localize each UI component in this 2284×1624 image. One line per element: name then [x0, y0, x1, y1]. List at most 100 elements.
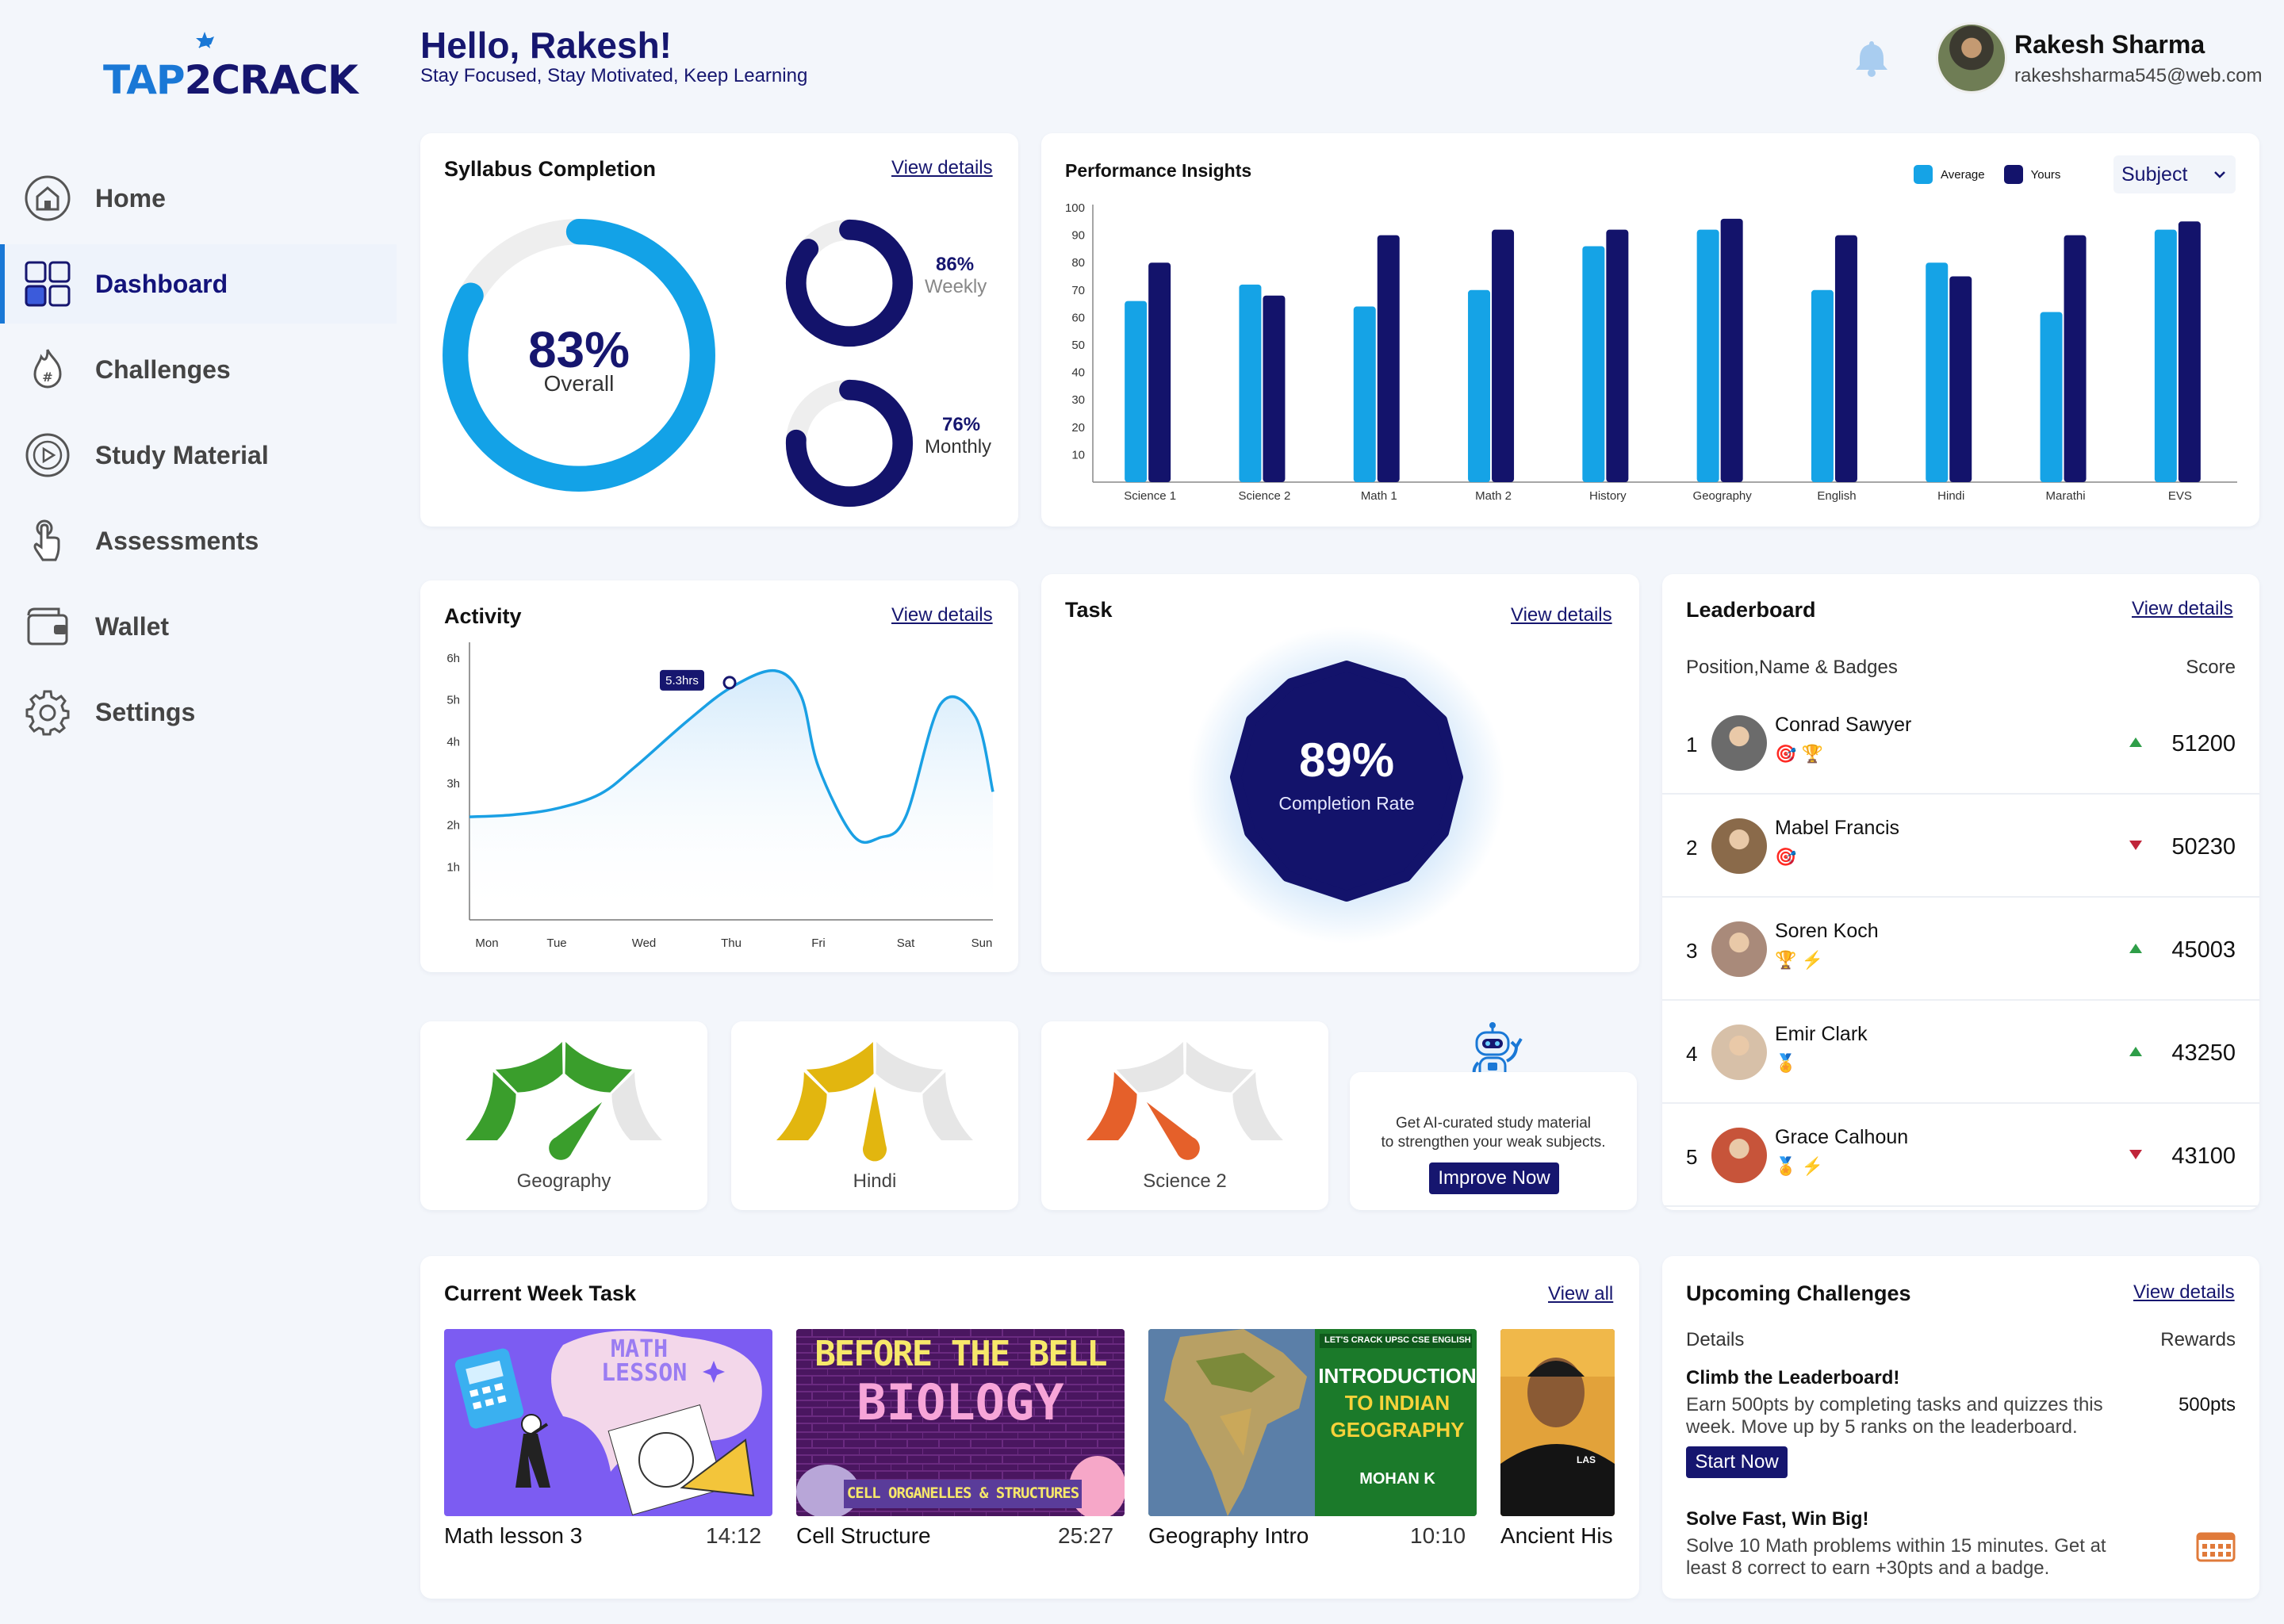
thumb-channel: LET'S CRACK UPSC CSE ENGLISH: [1324, 1335, 1471, 1345]
bar-yours: [1377, 235, 1400, 482]
task-duration: 14:12: [706, 1523, 762, 1548]
badge-icons: 🏆 ⚡: [1775, 950, 1823, 970]
trend-up-icon: [2129, 737, 2142, 747]
sidebar-item-assessments[interactable]: Assessments: [0, 501, 397, 580]
player-name: Grace Calhoun: [1775, 1126, 1909, 1148]
x-tick-label: Sat: [897, 936, 915, 950]
gauge-needle: [863, 1086, 887, 1162]
flame-icon: #: [33, 349, 62, 389]
avatar[interactable]: [1936, 22, 2007, 94]
page-subtitle: Stay Focused, Stay Motivated, Keep Learn…: [420, 65, 808, 86]
challenge-desc-1: Solve 10 Math problems within 15 minutes…: [1686, 1535, 2106, 1557]
leaderboard-row[interactable]: 3 Soren Koch 🏆 ⚡ 45003: [1662, 898, 2259, 1001]
avatar: [1711, 921, 1767, 977]
bar-average: [2040, 312, 2063, 482]
gauge-card: Hindi: [731, 1021, 1018, 1210]
y-tick-label: 50: [1071, 339, 1085, 352]
x-tick-label: Math 1: [1361, 489, 1397, 503]
task-name[interactable]: Cell Structure: [796, 1523, 931, 1549]
y-tick-label: 4h: [446, 735, 460, 749]
player-score: 45003: [2171, 937, 2236, 963]
video-thumbnail[interactable]: MATH LESSON: [444, 1329, 772, 1516]
sidebar-item-dashboard[interactable]: Dashboard: [0, 244, 397, 324]
trend-up-icon: [2129, 1047, 2142, 1056]
x-tick-label: History: [1589, 489, 1627, 503]
badge-icons: 🏅: [1775, 1053, 1797, 1073]
bar-average: [1926, 262, 1949, 482]
leaderboard-row[interactable]: 5 Grace Calhoun 🏅 ⚡ 43100: [1662, 1104, 2259, 1207]
x-tick-label: Mon: [475, 936, 498, 950]
rank: 3: [1686, 939, 1698, 963]
leaderboard-row[interactable]: 1 Conrad Sawyer 🎯 🏆 51200: [1662, 691, 2259, 795]
bar-average: [1811, 289, 1834, 482]
sidebar-item-settings[interactable]: Settings: [0, 672, 397, 752]
bar-yours: [2064, 235, 2087, 482]
x-tick-label: Science 2: [1239, 489, 1291, 503]
weekly-label: Weekly: [925, 276, 987, 297]
leaderboard-row[interactable]: 2 Mabel Francis 🎯 50230: [1662, 795, 2259, 898]
x-tick-label: Tue: [546, 936, 566, 950]
sidebar-item-home[interactable]: Home: [0, 159, 397, 238]
y-tick-label: 6h: [446, 652, 460, 665]
bar-yours: [1834, 235, 1857, 482]
task-name[interactable]: Ancient His: [1500, 1523, 1615, 1549]
view-details-link[interactable]: View details: [1511, 604, 1612, 626]
video-thumbnail[interactable]: LAS: [1500, 1329, 1615, 1516]
bar-yours: [1606, 229, 1629, 482]
completion-value: 89%: [1298, 733, 1395, 787]
sidebar-item-challenges[interactable]: # Challenges: [0, 330, 397, 409]
rank: 1: [1686, 733, 1698, 756]
avatar: [1711, 715, 1767, 771]
card-title: Syllabus Completion: [444, 157, 657, 181]
sidebar-item-wallet[interactable]: Wallet: [0, 587, 397, 666]
bar-average: [1582, 246, 1605, 482]
overall-label: Overall: [543, 371, 615, 396]
view-details-link[interactable]: View details: [2132, 598, 2233, 620]
sidebar-item-label: Assessments: [95, 526, 259, 555]
improve-now-button[interactable]: Improve Now: [1429, 1162, 1559, 1194]
leaderboard-col-left: Position,Name & Badges: [1686, 657, 1898, 678]
video-thumbnail[interactable]: LET'S CRACK UPSC CSE ENGLISH INTRODUCTIO…: [1148, 1329, 1477, 1516]
challenges-col-right: Rewards: [2160, 1329, 2236, 1350]
view-all-link[interactable]: View all: [1548, 1283, 1613, 1305]
view-details-link[interactable]: View details: [891, 157, 993, 179]
challenge-reward: 500pts: [2178, 1394, 2236, 1415]
view-details-link[interactable]: View details: [2133, 1281, 2235, 1304]
leaderboard-row[interactable]: 4 Emir Clark 🏅 43250: [1662, 1001, 2259, 1104]
gauge-card: Science 2: [1041, 1021, 1328, 1210]
avatar: [1711, 1025, 1767, 1080]
brand-logo[interactable]: TAP2CRACK: [103, 32, 358, 103]
y-tick-label: 40: [1071, 366, 1085, 380]
video-thumbnail[interactable]: BEFORE THE BELL BIOLOGY CELL ORGANELLES …: [796, 1329, 1125, 1516]
performance-card: Performance Insights Average Yours Subje…: [1041, 133, 2259, 527]
avatar: [1711, 818, 1767, 874]
task-duration: 10:10: [1410, 1523, 1466, 1548]
x-tick-label: Fri: [811, 936, 826, 950]
thumb-title-2: LESSON: [601, 1359, 688, 1387]
thumb-title-2: TO INDIAN: [1344, 1391, 1450, 1415]
task-name[interactable]: Geography Intro: [1148, 1523, 1309, 1549]
syllabus-card: Syllabus Completion View details 83% Ove…: [420, 133, 1018, 527]
thumb-title-1: BEFORE THE BELL: [814, 1334, 1107, 1374]
monthly-value: 76%: [942, 414, 981, 435]
sidebar-item-label: Settings: [95, 697, 196, 726]
bell-icon[interactable]: [1852, 38, 1891, 78]
home-icon: [25, 175, 71, 221]
sidebar-item-label: Dashboard: [95, 269, 228, 298]
task-name[interactable]: Math lesson 3: [444, 1523, 582, 1549]
player-name: Soren Koch: [1775, 920, 1879, 942]
bar-yours: [1148, 262, 1171, 482]
start-now-button[interactable]: Start Now: [1686, 1446, 1788, 1478]
dashboard-icon: [25, 261, 71, 307]
player-name: Emir Clark: [1775, 1023, 1868, 1045]
y-tick-label: 5h: [446, 694, 460, 707]
challenges-col-left: Details: [1686, 1329, 1745, 1350]
performance-chart: 10 20 30 40 50 60 70 80 90 100 Science 1 Science 2 M…: [1065, 201, 2237, 503]
play-icon: [25, 433, 70, 477]
x-tick-label: Marathi: [2046, 489, 2086, 503]
y-tick-label: 70: [1071, 284, 1085, 297]
wallet-icon: [27, 607, 68, 645]
thumb-title-1: INTRODUCTION: [1318, 1364, 1477, 1388]
player-name: Conrad Sawyer: [1775, 714, 1912, 736]
sidebar-item-study-material[interactable]: Study Material: [0, 416, 397, 495]
